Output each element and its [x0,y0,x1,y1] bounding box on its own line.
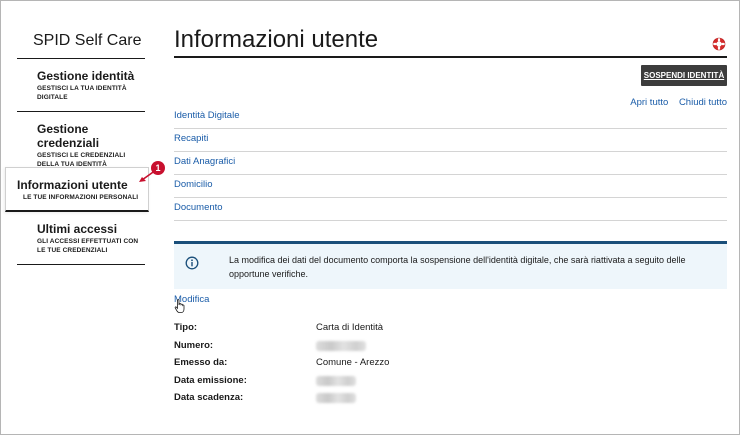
suspend-identity-button[interactable]: SOSPENDI IDENTITÀ [641,65,727,86]
sidebar-item-gestione-identita[interactable]: Gestione identità Gestisci la tua identi… [17,59,145,112]
info-notice: La modifica dei dati del documento compo… [174,241,727,289]
sidebar-item-gestione-credenziali[interactable]: Gestione credenziali Gestisci le credenz… [17,112,145,168]
sidebar: SPID Self Care Gestione identità Gestisc… [5,29,149,265]
field-label: Tipo: [174,322,198,333]
brand-title: SPID Self Care [17,29,145,59]
accordion-identita-digitale[interactable]: Identità Digitale [174,106,727,129]
sidebar-item-ultimi-accessi[interactable]: Ultimi accessi Gli accessi effettuati co… [17,212,145,265]
notice-text: La modifica dei dati del documento compo… [229,255,686,279]
hand-cursor-icon [174,299,185,313]
redacted-value [316,393,356,404]
field-label: Data scadenza: [174,392,244,404]
field-value: Comune - Arezzo [316,357,390,369]
info-icon [185,256,199,270]
page-title: Informazioni utente [174,25,727,58]
accordion-dati-anagrafici[interactable]: Dati Anagrafici [174,152,727,175]
app-window: SPID Self Care Gestione identità Gestisc… [0,0,740,435]
sidebar-item-subtitle: Gli accessi effettuati con le tue creden… [37,238,139,254]
sidebar-item-informazioni-utente[interactable]: Informazioni utente Le tue informazioni … [5,167,149,212]
sidebar-item-subtitle: Gestisci la tua identità digitale [37,85,127,101]
field-label: Numero: [174,339,214,351]
field-row-emesso-da: Emesso da: Comune - Arezzo [174,357,727,375]
accordion-documento[interactable]: Documento [174,198,727,221]
redacted-value [316,340,366,351]
field-row-numero: Numero: [174,340,727,358]
sidebar-item-subtitle: Le tue informazioni personali [23,194,139,201]
accordion-domicilio[interactable]: Domicilio [174,175,727,198]
sidebar-item-title: Ultimi accessi [37,222,118,236]
sidebar-item-title: Gestione credenziali [37,122,100,150]
sidebar-item-title: Gestione identità [37,69,135,83]
annotation-badge: 1 [151,161,165,175]
field-row-tipo: Tipo: Carta di Identità [174,322,727,340]
redacted-value [316,375,356,386]
field-row-data-emissione: Data emissione: [174,375,727,393]
field-label: Data emissione: [174,374,247,386]
lifebuoy-help-icon[interactable] [712,37,726,51]
sidebar-item-title: Informazioni utente [17,178,128,192]
accordion-recapiti[interactable]: Recapiti [174,129,727,152]
accordion-list: Identità Digitale Recapiti Dati Anagrafi… [174,106,727,221]
field-value: Carta di Identità [316,322,384,333]
field-row-data-scadenza: Data scadenza: [174,392,727,410]
field-label: Emesso da: [174,357,228,369]
document-fields: Tipo: Carta di Identità Numero: Emesso d… [174,322,727,410]
main-content: Informazioni utente SOSPENDI IDENTITÀ Ap… [174,25,727,404]
